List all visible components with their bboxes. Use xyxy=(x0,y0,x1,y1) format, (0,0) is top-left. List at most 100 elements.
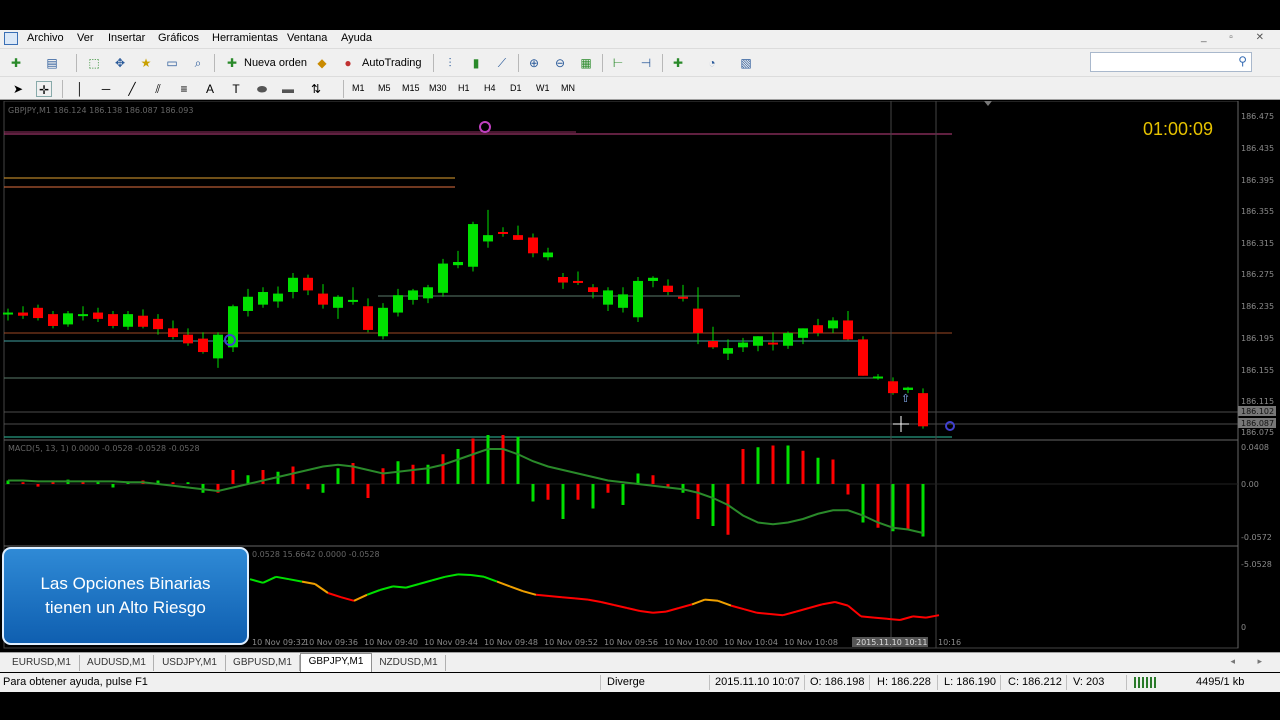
candle-body xyxy=(648,277,658,281)
time-axis: 10 Nov 09:32 10 Nov 09:36 10 Nov 09:40 1… xyxy=(252,637,961,647)
candle-body xyxy=(468,224,478,267)
candle-body xyxy=(168,328,178,338)
timeframe-h4[interactable]: H4 xyxy=(484,83,496,93)
tab-scroll-arrows[interactable]: ◂ ▸ xyxy=(1230,656,1272,667)
horizontal-line-icon[interactable]: ─ xyxy=(98,81,114,97)
candle-body xyxy=(393,295,403,313)
new-order-icon[interactable]: ✚ xyxy=(224,55,240,71)
autotrading-icon[interactable]: ● xyxy=(340,55,356,71)
oscillator-segment xyxy=(340,596,355,602)
search-icon[interactable]: ⚲ xyxy=(1238,54,1247,68)
market-watch-icon[interactable]: ⬚ xyxy=(86,55,102,71)
cursor-icon[interactable]: ➤ xyxy=(10,81,26,97)
timeframe-d1[interactable]: D1 xyxy=(510,83,522,93)
oscillator-segment xyxy=(405,583,420,589)
menu-insertar[interactable]: Insertar xyxy=(108,32,145,44)
timeframe-m15[interactable]: M15 xyxy=(402,83,420,93)
oscillator-segment xyxy=(418,579,433,585)
tab-audusd[interactable]: AUDUSD,M1 xyxy=(80,655,154,671)
timeframe-mn[interactable]: MN xyxy=(561,83,575,93)
text-label-icon[interactable]: T xyxy=(228,81,244,97)
line-studies-toolbar: ➤ ✛ │ ─ ╱ ⫽ ≡ A T ⬬ ▬ ⇅ M1 M5 M15 M30 H1… xyxy=(0,76,1280,100)
candle-body xyxy=(483,235,493,242)
candle-body xyxy=(48,314,58,326)
bar-chart-icon[interactable]: ⫶ xyxy=(442,55,458,71)
menu-herramientas[interactable]: Herramientas xyxy=(212,32,278,44)
timeframe-h1[interactable]: H1 xyxy=(458,83,470,93)
menu-ventana[interactable]: Ventana xyxy=(287,32,327,44)
oscillator-segment xyxy=(704,598,719,602)
search-input[interactable]: ⚲ xyxy=(1090,52,1252,72)
autoscroll-icon[interactable]: ⊣ xyxy=(638,55,654,71)
timeframe-m5[interactable]: M5 xyxy=(378,83,391,93)
fibonacci-icon[interactable]: ≡ xyxy=(176,81,192,97)
strategy-tester-icon[interactable]: ⌕ xyxy=(190,55,206,71)
oscillator-segment xyxy=(249,578,264,584)
oscillator-segment xyxy=(431,575,446,582)
chart-tabs: EURUSD,M1 AUDUSD,M1 USDJPY,M1 GBPUSD,M1 … xyxy=(0,652,1280,672)
status-separator xyxy=(1126,675,1127,690)
rectangle-icon[interactable]: ▬ xyxy=(280,81,296,97)
templates-icon[interactable]: ▧ xyxy=(738,55,754,71)
candle-body xyxy=(93,312,103,319)
oscillator-segment xyxy=(288,578,303,583)
oscillator-segment xyxy=(678,603,693,609)
candle-body xyxy=(273,293,283,302)
timeframe-w1[interactable]: W1 xyxy=(536,83,550,93)
time-tick: 10 Nov 09:44 xyxy=(424,638,478,647)
price-tick: 186.115 xyxy=(1241,397,1274,406)
terminal-icon[interactable]: ▭ xyxy=(164,55,180,71)
timeframe-m30[interactable]: M30 xyxy=(429,83,447,93)
profiles-icon[interactable]: ▤ xyxy=(44,55,60,71)
candle-body xyxy=(318,293,328,305)
candlestick-icon[interactable]: ▮ xyxy=(468,55,484,71)
time-tick: 10 Nov 09:36 xyxy=(304,638,358,647)
status-separator xyxy=(937,675,938,690)
time-tick: 10 Nov 10:00 xyxy=(664,638,718,647)
text-icon[interactable]: A xyxy=(202,81,218,97)
candle-body xyxy=(153,318,163,330)
menu-ayuda[interactable]: Ayuda xyxy=(341,32,372,44)
autotrading-button[interactable]: AutoTrading xyxy=(362,57,422,69)
status-low: L: 186.190 xyxy=(944,676,996,688)
status-separator xyxy=(869,675,870,690)
macd-label: MACD(5, 13, 1) 0.0000 -0.0528 -0.0528 -0… xyxy=(8,444,200,453)
chart-shift-icon[interactable]: ⊢ xyxy=(610,55,626,71)
menu-archivo[interactable]: Archivo xyxy=(27,32,64,44)
arrows-icon[interactable]: ⇅ xyxy=(308,81,324,97)
metaeditor-icon[interactable]: ◆ xyxy=(314,55,330,71)
risk-warning-banner: Las Opciones Binarias tienen un Alto Rie… xyxy=(2,547,249,645)
window-controls[interactable]: _ ▫ ✕ xyxy=(1201,32,1274,43)
data-window-icon[interactable]: ✥ xyxy=(112,55,128,71)
equidistant-channel-icon[interactable]: ⫽ xyxy=(150,81,166,97)
tab-gbpusd[interactable]: GBPUSD,M1 xyxy=(226,655,300,671)
navigator-icon[interactable]: ★ xyxy=(138,55,154,71)
price-tick: 186.355 xyxy=(1241,207,1274,216)
indicators-icon[interactable]: ✚ xyxy=(670,55,686,71)
oscillator-segment xyxy=(574,597,589,601)
candle-body xyxy=(78,314,88,317)
tile-windows-icon[interactable]: ▦ xyxy=(578,55,594,71)
zoom-in-icon[interactable]: ⊕ xyxy=(526,55,542,71)
menu-ver[interactable]: Ver xyxy=(77,32,94,44)
new-chart-icon[interactable]: ✚ xyxy=(8,55,24,71)
line-chart-icon[interactable]: ⟋ xyxy=(494,55,510,71)
crosshair-icon[interactable]: ✛ xyxy=(36,81,52,97)
tab-eurusd[interactable]: EURUSD,M1 xyxy=(4,655,80,671)
ask-price-label: 186.087 xyxy=(1241,419,1274,428)
oscillator-segment xyxy=(769,613,784,617)
timeframe-m1[interactable]: M1 xyxy=(352,83,365,93)
vertical-line-icon[interactable]: │ xyxy=(72,81,88,97)
ellipse-icon[interactable]: ⬬ xyxy=(254,81,270,97)
oscillator-segment xyxy=(535,593,550,597)
periods-icon[interactable]: ◔ xyxy=(704,55,720,71)
menu-graficos[interactable]: Gráficos xyxy=(158,32,199,44)
trendline-icon[interactable]: ╱ xyxy=(124,81,140,97)
tab-usdjpy[interactable]: USDJPY,M1 xyxy=(154,655,226,671)
candle-body xyxy=(738,342,748,348)
tab-gbpjpy[interactable]: GBPJPY,M1 xyxy=(300,653,372,672)
tab-nzdusd[interactable]: NZDUSD,M1 xyxy=(372,655,446,671)
new-order-button[interactable]: Nueva orden xyxy=(244,57,307,69)
oscillator-segment xyxy=(873,616,888,620)
zoom-out-icon[interactable]: ⊖ xyxy=(552,55,568,71)
